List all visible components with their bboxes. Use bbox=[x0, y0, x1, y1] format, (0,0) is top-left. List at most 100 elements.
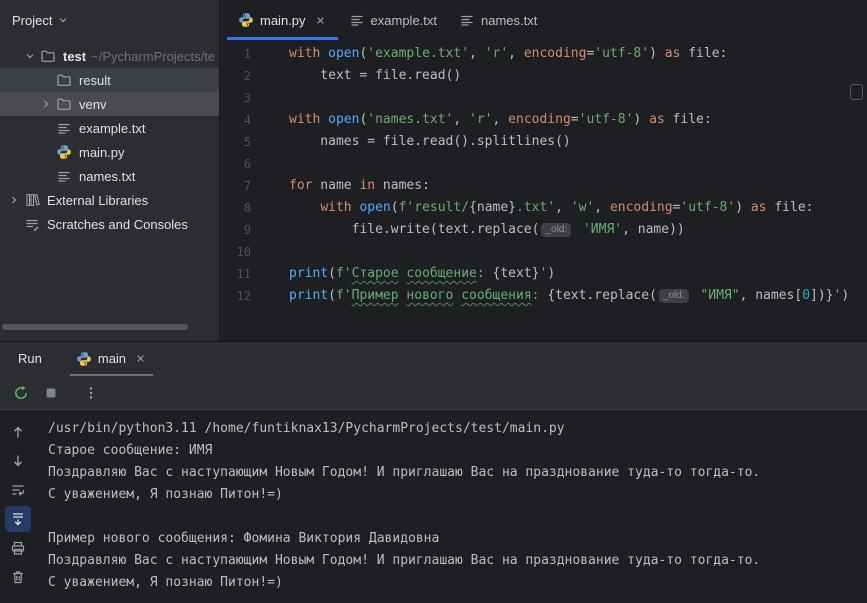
line-number[interactable]: 9 bbox=[221, 219, 257, 241]
code-text: with open(f'result/{name}.txt', 'w', enc… bbox=[257, 197, 813, 219]
line-number[interactable]: 8 bbox=[221, 197, 257, 219]
code-line[interactable]: 7 for name in names: bbox=[221, 175, 867, 197]
tree-item-main-py[interactable]: main.py bbox=[0, 140, 219, 164]
code-line[interactable]: 4 with open('names.txt', 'r', encoding='u… bbox=[221, 109, 867, 131]
code-token: {text} bbox=[492, 266, 540, 281]
code-line[interactable]: 9 file.write(text.replace(_old: 'ИМЯ', n… bbox=[221, 219, 867, 241]
tree-item-label: test bbox=[63, 48, 87, 64]
python-icon bbox=[238, 12, 254, 28]
close-icon[interactable] bbox=[314, 14, 327, 27]
code-token: {name} bbox=[469, 200, 517, 215]
code-line[interactable]: 12 print(f'Пример нового сообщения: {text… bbox=[221, 285, 867, 307]
code-token: encoding bbox=[508, 112, 571, 127]
code-editor[interactable]: 1 with open('example.txt', 'r', encoding=… bbox=[221, 40, 867, 341]
code-token: file: bbox=[680, 46, 728, 61]
code-token: encoding bbox=[523, 46, 587, 61]
code-text: file.write(text.replace(_old: 'ИМЯ', nam… bbox=[257, 219, 685, 241]
code-text: for name in names: bbox=[257, 175, 430, 197]
code-line[interactable]: 11 print(f'Старое сообщение: {text}') bbox=[221, 263, 867, 285]
console-line: Пример нового сообщения: Фомина Виктория… bbox=[48, 531, 440, 546]
code-token: Старое bbox=[351, 266, 399, 281]
chevron-down-icon[interactable] bbox=[22, 50, 38, 62]
code-token: .txt' bbox=[516, 200, 556, 215]
code-token: print bbox=[289, 288, 329, 303]
run-tab-label: main bbox=[97, 351, 127, 366]
code-line[interactable]: 10 bbox=[221, 241, 867, 263]
code-token: names = file.read().splitlines() bbox=[289, 134, 571, 149]
code-token: ) bbox=[735, 200, 751, 215]
line-number[interactable]: 1 bbox=[221, 43, 257, 65]
line-number[interactable]: 7 bbox=[221, 175, 257, 197]
horizontal-scrollbar[interactable] bbox=[2, 324, 188, 330]
rerun-button[interactable] bbox=[8, 380, 34, 406]
soft-wrap-button[interactable] bbox=[5, 477, 31, 503]
code-token: , bbox=[555, 200, 571, 215]
line-number[interactable]: 2 bbox=[221, 65, 257, 87]
editor-scrollbar-thumb[interactable] bbox=[850, 84, 863, 100]
tree-item-scratches-and-consoles[interactable]: Scratches and Consoles bbox=[0, 212, 219, 236]
tree-item-external-libraries[interactable]: External Libraries bbox=[0, 188, 219, 212]
code-line[interactable]: 8 with open(f'result/{name}.txt', 'w', e… bbox=[221, 197, 867, 219]
run-toolbar bbox=[0, 376, 867, 410]
stop-button[interactable] bbox=[38, 380, 64, 406]
editor-tab-names-txt[interactable]: names.txt bbox=[448, 0, 548, 40]
arrow-down-button[interactable] bbox=[5, 448, 31, 474]
text-file-icon bbox=[54, 168, 74, 184]
code-token: name bbox=[312, 178, 360, 193]
editor-tab-main-py[interactable]: main.py bbox=[227, 0, 338, 40]
code-token: ) bbox=[633, 112, 650, 127]
console-output[interactable]: /usr/bin/python3.11 /home/funtiknax13/Py… bbox=[36, 411, 867, 603]
tree-item-result[interactable]: result bbox=[0, 68, 219, 92]
python-icon bbox=[76, 351, 92, 367]
line-number[interactable]: 12 bbox=[221, 285, 257, 307]
code-token: ( bbox=[328, 288, 336, 303]
line-number[interactable]: 6 bbox=[221, 153, 257, 175]
tree-item-names-txt[interactable]: names.txt bbox=[0, 164, 219, 188]
code-token: open bbox=[359, 200, 391, 215]
editor-tab-label: main.py bbox=[260, 12, 306, 28]
code-token: open bbox=[328, 112, 360, 127]
tree-item-example-txt[interactable]: example.txt bbox=[0, 116, 219, 140]
editor-tab-example-txt[interactable]: example.txt bbox=[338, 0, 448, 40]
print-button[interactable] bbox=[5, 535, 31, 561]
tree-item-test[interactable]: test ~/PycharmProjects/te bbox=[0, 44, 219, 68]
code-token: file: bbox=[664, 112, 712, 127]
code-token: {text.replace( bbox=[547, 288, 657, 303]
folder-icon bbox=[38, 48, 58, 64]
clear-button[interactable] bbox=[5, 564, 31, 590]
chevron-right-icon[interactable] bbox=[38, 98, 54, 110]
line-number[interactable]: 3 bbox=[221, 87, 257, 109]
code-line[interactable]: 1 with open('example.txt', 'r', encoding=… bbox=[221, 43, 867, 65]
scratch-icon bbox=[22, 216, 42, 232]
code-token: names: bbox=[375, 178, 430, 193]
line-number[interactable]: 10 bbox=[221, 241, 257, 263]
code-line[interactable]: 2 text = file.read() bbox=[221, 65, 867, 87]
line-number[interactable]: 11 bbox=[221, 263, 257, 285]
close-icon[interactable] bbox=[134, 352, 147, 365]
inlay-hint: _old: bbox=[658, 289, 689, 303]
code-token: , bbox=[469, 46, 485, 61]
more-button[interactable] bbox=[78, 380, 104, 406]
project-tool-window: Project test ~/PycharmProjects/te result ve… bbox=[0, 0, 220, 341]
line-number[interactable]: 5 bbox=[221, 131, 257, 153]
code-line[interactable]: 3 bbox=[221, 87, 867, 109]
line-number[interactable]: 4 bbox=[221, 109, 257, 131]
code-text: with open('example.txt', 'r', encoding='… bbox=[257, 43, 727, 65]
project-tree: test ~/PycharmProjects/te result venv exampl… bbox=[0, 40, 219, 236]
code-line[interactable]: 6 bbox=[221, 153, 867, 175]
scroll-to-end-button[interactable] bbox=[5, 506, 31, 532]
code-line[interactable]: 5 names = file.read().splitlines() bbox=[221, 131, 867, 153]
code-token: 'utf-8' bbox=[578, 112, 634, 127]
chevron-down-icon[interactable] bbox=[57, 14, 69, 26]
chevron-right-icon[interactable] bbox=[6, 194, 22, 206]
code-token: , bbox=[594, 200, 610, 215]
text-file-icon bbox=[349, 12, 365, 28]
code-token: in bbox=[359, 178, 376, 193]
arrow-up-button[interactable] bbox=[5, 419, 31, 445]
tree-item-venv[interactable]: venv bbox=[0, 92, 219, 116]
run-tab-main[interactable]: main bbox=[69, 342, 154, 376]
tree-item-label: Scratches and Consoles bbox=[47, 216, 188, 232]
